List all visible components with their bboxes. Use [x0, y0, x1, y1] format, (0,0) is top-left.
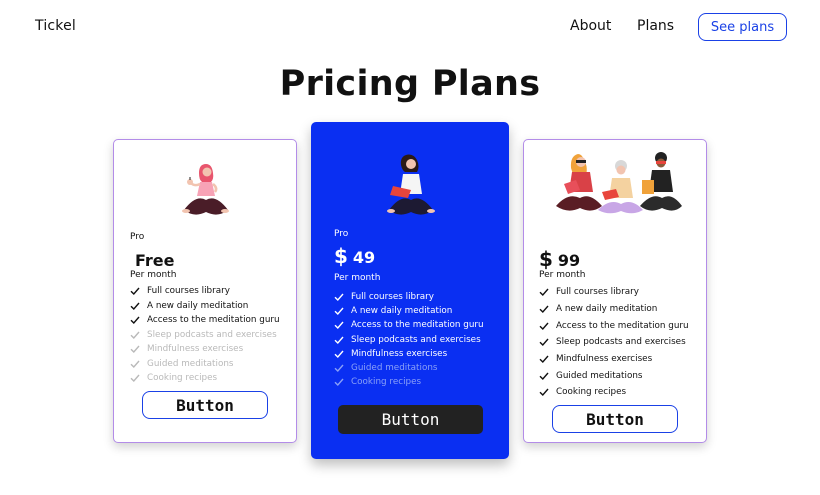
check-icon	[130, 345, 140, 354]
feature-label: A new daily meditation	[147, 300, 249, 311]
plan-price: $49	[334, 244, 375, 268]
feature-item: Cooking recipes	[539, 384, 689, 401]
feature-label: A new daily meditation	[556, 304, 658, 315]
plan-card-free: Pro Free Per month Full courses library A…	[113, 139, 297, 443]
plan-price: Free	[130, 247, 175, 271]
feature-item: Sleep podcasts and exercises	[334, 333, 484, 347]
check-icon	[539, 372, 549, 380]
check-icon	[130, 374, 140, 383]
currency-symbol: $	[334, 244, 348, 268]
price-value: 99	[557, 251, 581, 270]
plan-price: $99	[539, 247, 580, 271]
feature-item: Full courses library	[539, 284, 689, 301]
check-icon	[334, 336, 344, 344]
check-icon	[334, 378, 344, 387]
check-icon	[539, 338, 549, 347]
feature-label: Cooking recipes	[351, 377, 422, 388]
feature-item: Mindfulness exercises	[539, 351, 689, 368]
feature-item: Cooking recipes	[130, 371, 280, 386]
check-icon	[334, 293, 344, 302]
feature-label: Full courses library	[351, 292, 434, 303]
feature-label: Full courses library	[556, 287, 639, 298]
feature-item: Full courses library	[334, 290, 484, 304]
plan-select-button[interactable]: Button	[552, 405, 678, 433]
page-title: Pricing Plans	[279, 64, 541, 104]
feature-label: A new daily meditation	[351, 306, 453, 317]
check-icon	[334, 322, 344, 330]
feature-item: A new daily meditation	[539, 301, 689, 318]
check-icon	[334, 350, 344, 358]
feature-item: Access to the meditation guru	[539, 317, 689, 334]
meditation-woman-illustration	[182, 164, 229, 215]
feature-item: Guided meditations	[130, 357, 280, 372]
feature-label: Guided meditations	[351, 363, 438, 374]
feature-label: Access to the meditation guru	[556, 320, 689, 331]
see-plans-button[interactable]: See plans	[698, 13, 787, 41]
group-meditation-illustration	[556, 152, 682, 214]
feature-item: Sleep podcasts and exercises	[130, 328, 280, 343]
check-icon	[130, 331, 140, 339]
feature-item: Access to the meditation guru	[130, 313, 280, 328]
feature-label: Access to the meditation guru	[147, 315, 280, 326]
check-icon	[539, 355, 549, 364]
feature-list: Full courses library A new daily meditati…	[334, 290, 484, 389]
check-icon	[130, 287, 140, 296]
check-icon	[130, 316, 140, 325]
feature-list: Full courses library A new daily meditati…	[539, 284, 689, 401]
check-icon	[334, 307, 344, 316]
plan-period: Per month	[130, 270, 177, 280]
feature-label: Cooking recipes	[147, 373, 218, 384]
check-icon	[539, 305, 549, 314]
feature-item: A new daily meditation	[130, 299, 280, 314]
check-icon	[539, 389, 549, 397]
check-icon	[334, 364, 344, 373]
feature-label: Mindfulness exercises	[351, 348, 448, 359]
feature-item: A new daily meditation	[334, 304, 484, 318]
feature-list: Full courses library A new daily meditati…	[130, 284, 280, 386]
feature-item: Mindfulness exercises	[334, 347, 484, 361]
feature-item: Mindfulness exercises	[130, 342, 280, 357]
feature-item: Guided meditations	[539, 367, 689, 384]
price-value: 49	[352, 248, 376, 267]
check-icon	[539, 288, 549, 297]
feature-item: Full courses library	[130, 284, 280, 299]
feature-label: Full courses library	[147, 286, 230, 297]
plan-select-button[interactable]: Button	[338, 405, 483, 434]
feature-item: Cooking recipes	[334, 375, 484, 389]
feature-item: Guided meditations	[334, 361, 484, 375]
plan-card-99: $99 Per month Full courses library A new …	[523, 139, 707, 443]
feature-label: Sleep podcasts and exercises	[147, 329, 277, 340]
nav-about-link[interactable]: About	[570, 18, 611, 34]
currency-symbol: $	[539, 247, 553, 271]
feature-label: Guided meditations	[556, 370, 643, 381]
feature-label: Access to the meditation guru	[351, 320, 484, 331]
price-value: Free	[135, 251, 175, 270]
feature-item: Access to the meditation guru	[334, 318, 484, 332]
feature-label: Sleep podcasts and exercises	[351, 334, 481, 345]
feature-label: Mindfulness exercises	[147, 344, 244, 355]
plan-tier-label: Pro	[334, 229, 349, 239]
feature-label: Cooking recipes	[556, 387, 627, 398]
check-icon	[130, 360, 140, 368]
plan-tier-label: Pro	[130, 232, 145, 242]
feature-label: Mindfulness exercises	[556, 354, 653, 365]
plan-period: Per month	[539, 270, 586, 280]
plan-card-49: Pro $49 Per month Full courses library A …	[311, 122, 509, 459]
plan-select-button[interactable]: Button	[142, 391, 268, 419]
nav-plans-link[interactable]: Plans	[637, 18, 674, 34]
feature-item: Sleep podcasts and exercises	[539, 334, 689, 351]
plan-period: Per month	[334, 273, 381, 283]
check-icon	[130, 302, 140, 310]
meditation-laptop-woman-illustration	[387, 154, 435, 215]
feature-label: Guided meditations	[147, 358, 234, 369]
brand-logo[interactable]: Tickel	[35, 18, 76, 34]
feature-label: Sleep podcasts and exercises	[556, 337, 686, 348]
check-icon	[539, 322, 549, 330]
